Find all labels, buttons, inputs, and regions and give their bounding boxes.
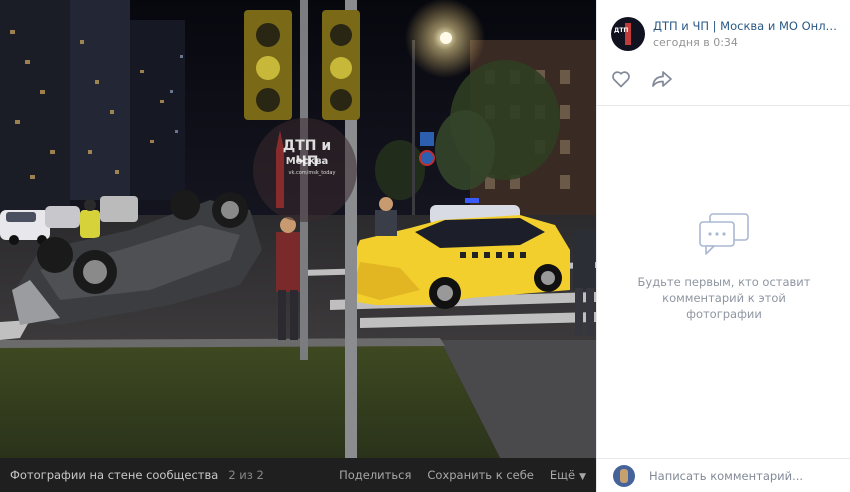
photo-counter: 2 из 2 [228,468,264,482]
album-title[interactable]: Фотографии на стене сообщества [10,468,218,482]
watermark-url: vk.com/msk_today [288,170,336,176]
share-link[interactable]: Поделиться [339,468,411,482]
like-button[interactable] [611,70,631,105]
comment-bar: Написать комментарий... [597,458,850,492]
photo-bottom-bar: Фотографии на стене сообщества 2 из 2 По… [0,458,596,492]
more-menu[interactable]: Ещё ▼ [550,468,586,482]
photo-pane: ДТП и ЧП Москва vk.com/msk_today Фотогра… [0,0,596,492]
avatar-text: ДТП [614,26,629,34]
group-name-link[interactable]: ДТП и ЧП | Москва и МО Онлайн | ... [653,19,838,33]
accident-photo[interactable]: ДТП и ЧП Москва vk.com/msk_today [0,0,596,458]
post-actions [597,56,850,106]
comments-icon [696,210,752,262]
photo-viewer: ДТП и ЧП Москва vk.com/msk_today Фотогра… [0,0,850,492]
chevron-down-icon: ▼ [579,472,586,482]
photo-illustration [0,0,596,458]
group-avatar[interactable]: ДТП [611,16,645,51]
photo-sidebar: ДТП ДТП и ЧП | Москва и МО Онлайн | ... … [596,0,850,492]
heart-icon [612,71,630,88]
user-avatar[interactable] [613,464,635,487]
empty-comments-text: Будьте первым, кто оставит комментарий к… [637,275,811,321]
comment-input[interactable]: Написать комментарий... [649,469,803,483]
post-time[interactable]: сегодня в 0:34 [653,36,838,49]
more-label: Ещё [549,468,576,482]
post-header: ДТП ДТП и ЧП | Москва и МО Онлайн | ... … [597,0,850,56]
watermark-city: Москва [285,156,329,167]
share-arrow-icon [652,71,672,87]
save-to-self-link[interactable]: Сохранить к себе [427,468,534,482]
empty-comments: Будьте первым, кто оставит комментарий к… [597,210,850,322]
photo-actions: Поделиться Сохранить к себе Ещё ▼ [339,468,586,482]
share-button[interactable] [651,70,673,105]
